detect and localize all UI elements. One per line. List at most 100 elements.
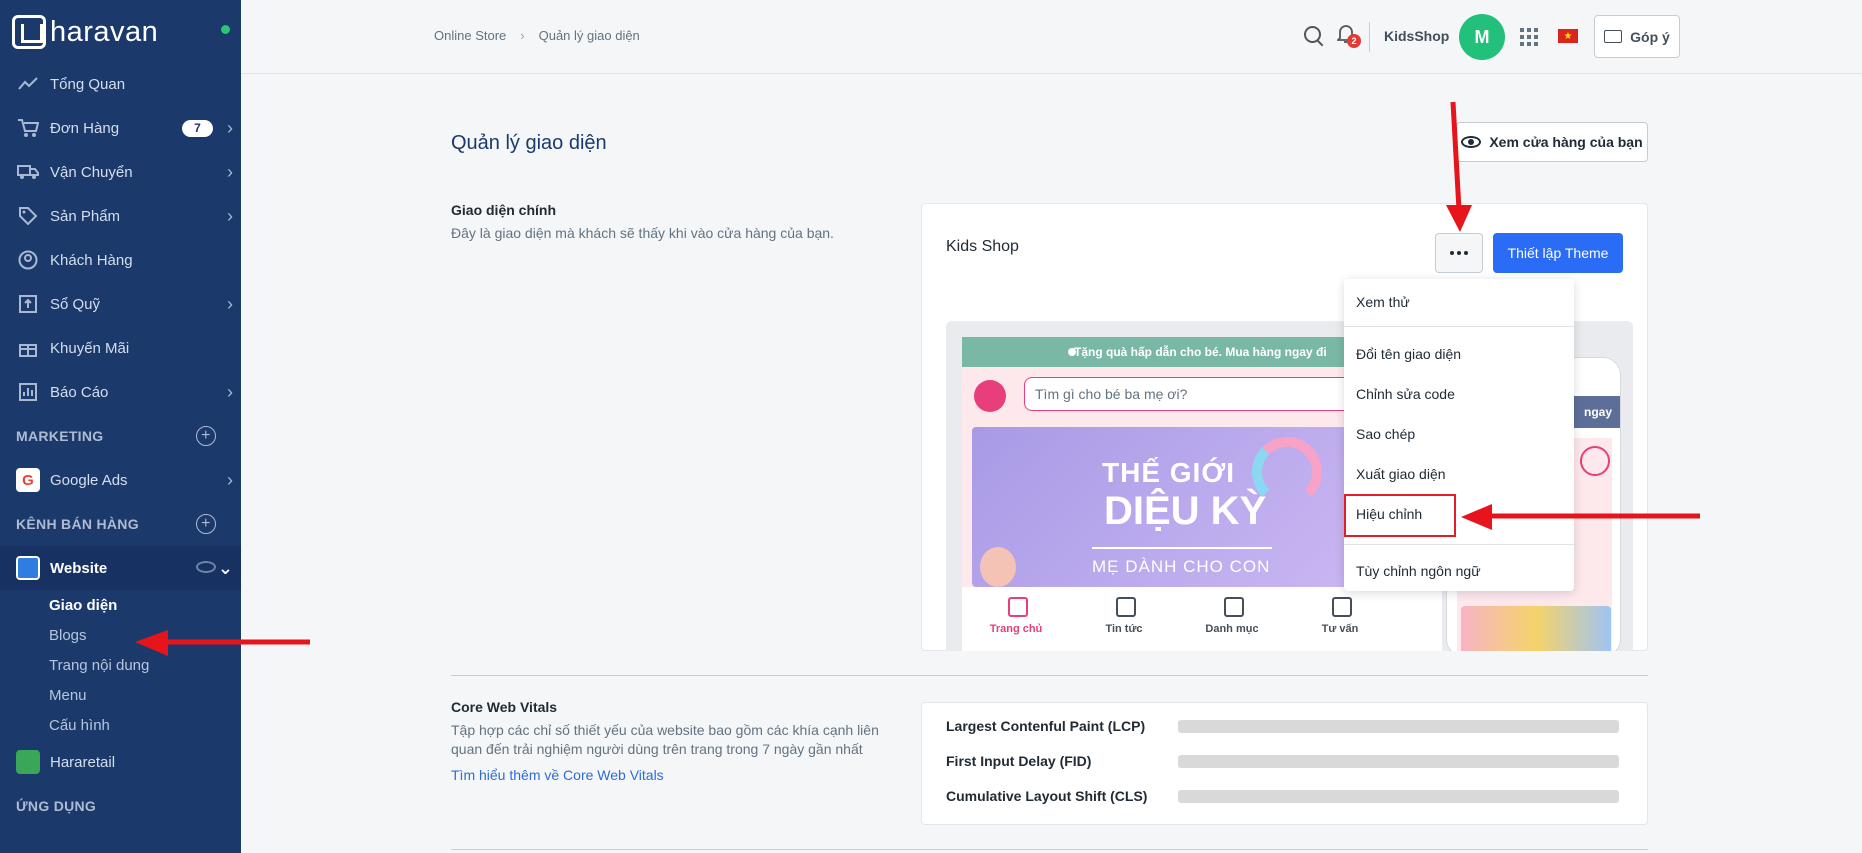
view-store-label: Xem cửa hàng của bạn	[1489, 134, 1643, 150]
sidebar-item-label: Vận Chuyển	[50, 163, 133, 181]
sidebar-item-google-ads[interactable]: G Google Ads ›	[0, 458, 241, 502]
mail-icon	[1604, 30, 1623, 43]
sidebar-item-orders[interactable]: Đơn Hàng 7 ›	[0, 106, 241, 150]
core-web-vitals-link[interactable]: Tìm hiểu thêm về Core Web Vitals	[451, 767, 664, 783]
dropdown-item-export[interactable]: Xuất giao diện	[1344, 456, 1574, 492]
hararetail-icon	[16, 750, 40, 774]
page-title: Quản lý giao diện	[451, 132, 607, 154]
theme-options-dropdown: Xem thử Đổi tên giao diện Chỉnh sửa code…	[1344, 279, 1574, 591]
online-status-icon	[221, 25, 230, 34]
preview-tab-home: Trang chủ	[962, 587, 1070, 651]
apps-grid-icon[interactable]	[1520, 28, 1538, 46]
sidebar-item-website[interactable]: Website ⌄	[0, 546, 241, 590]
feedback-label: Góp ý	[1630, 28, 1670, 45]
dropdown-item-rename[interactable]: Đổi tên giao diện	[1344, 336, 1574, 372]
sidebar-item-label: Google Ads	[50, 471, 128, 489]
hero-line-3: MẸ DÀNH CHO CON	[1092, 557, 1271, 576]
add-marketing-icon[interactable]: +	[196, 426, 216, 446]
sidebar-item-products[interactable]: Sản Phẩm ›	[0, 194, 241, 238]
breadcrumb: Online Store › Quản lý giao diện	[434, 28, 640, 43]
topbar-divider	[1369, 22, 1370, 52]
customize-highlight-box	[1344, 494, 1456, 537]
core-web-vitals-description: Tập hợp các chỉ số thiết yếu của website…	[451, 722, 879, 757]
preview-hero-banner: THẾ GIỚI DIỆU KỲ MẸ DÀNH CHO CON	[972, 427, 1352, 587]
sidebar-subitem-pages[interactable]: Trang nội dung	[0, 650, 241, 680]
preview-tab-news: Tin tức	[1070, 587, 1178, 651]
sidebar-item-promotions[interactable]: Khuyến Mãi	[0, 326, 241, 370]
metric-cls-label: Cumulative Layout Shift (CLS)	[946, 788, 1148, 804]
google-icon: G	[16, 468, 40, 492]
metric-lcp-label: Largest Contenful Paint (LCP)	[946, 718, 1146, 734]
search-icon[interactable]	[1304, 26, 1324, 46]
sidebar-item-label: Sản Phẩm	[50, 207, 121, 225]
haravan-logo-icon	[12, 15, 46, 49]
marketing-section-title: MARKETING +	[0, 414, 241, 458]
orders-count-badge: 7	[182, 120, 213, 137]
setup-theme-button[interactable]: Thiết lập Theme	[1493, 233, 1623, 273]
dropdown-item-edit-code[interactable]: Chỉnh sửa code	[1344, 376, 1574, 412]
feedback-button[interactable]: Góp ý	[1594, 15, 1680, 58]
breadcrumb-current: Quản lý giao diện	[538, 28, 640, 43]
chevron-right-icon: ›	[227, 162, 233, 182]
metric-fid-bar	[1178, 755, 1619, 768]
dropdown-item-language[interactable]: Tùy chỉnh ngôn ngữ	[1344, 553, 1574, 589]
sidebar-item-label: Sổ Quỹ	[50, 295, 101, 313]
sidebar-item-overview[interactable]: Tổng Quan	[0, 62, 241, 106]
preview-logo-icon	[974, 380, 1006, 412]
sidebar-item-reports[interactable]: Báo Cáo ›	[0, 370, 241, 414]
section-title-label: MARKETING	[16, 428, 104, 444]
dropdown-separator	[1344, 544, 1574, 545]
cashbox-icon	[16, 292, 40, 316]
theme-name: Kids Shop	[946, 238, 1019, 255]
avatar[interactable]: M	[1459, 14, 1505, 60]
sidebar-subitem-blogs[interactable]: Blogs	[0, 620, 241, 650]
sidebar-item-hararetail[interactable]: Hararetail	[0, 740, 241, 784]
truck-icon	[16, 160, 40, 184]
view-store-button[interactable]: Xem cửa hàng của bạn	[1456, 122, 1648, 162]
primary-theme-description: Đây là giao diện mà khách sẽ thấy khi và…	[451, 225, 834, 241]
more-options-button[interactable]	[1435, 233, 1483, 273]
dropdown-item-duplicate[interactable]: Sao chép	[1344, 416, 1574, 452]
website-icon	[16, 556, 40, 580]
sidebar: haravan Tổng Quan Đơn Hàng 7 › Vận Chuyể…	[0, 0, 241, 853]
hero-divider	[1092, 547, 1272, 549]
chevron-down-icon: ⌄	[217, 558, 233, 578]
breadcrumb-online-store[interactable]: Online Store	[434, 28, 506, 43]
sidebar-item-customers[interactable]: Khách Hàng	[0, 238, 241, 282]
sidebar-item-label: Tổng Quan	[50, 75, 126, 93]
primary-theme-title: Giao diện chính	[451, 202, 557, 218]
notification-count-badge: 2	[1347, 34, 1361, 48]
sidebar-item-label: Báo Cáo	[50, 383, 109, 401]
shop-name[interactable]: KidsShop	[1384, 28, 1449, 44]
add-channel-icon[interactable]: +	[196, 514, 216, 534]
vietnam-flag-icon[interactable]: ★	[1558, 29, 1578, 43]
topbar: Online Store › Quản lý giao diện 2 KidsS…	[241, 0, 1862, 74]
mobile-product-image	[1461, 606, 1611, 651]
tag-icon	[16, 204, 40, 228]
gift-icon	[16, 336, 40, 360]
brand-logo[interactable]: haravan	[12, 12, 158, 52]
chevron-right-icon: ›	[227, 470, 233, 490]
sidebar-subitem-settings[interactable]: Cấu hình	[0, 710, 241, 740]
preview-tab-categories: Danh mục	[1178, 587, 1286, 651]
section-divider	[451, 849, 1648, 850]
apps-section-title: ỨNG DỤNG	[0, 784, 241, 828]
section-divider	[451, 675, 1648, 676]
hero-line-1: THẾ GIỚI	[1102, 457, 1236, 488]
sidebar-item-label: Website	[50, 559, 108, 577]
report-icon	[16, 380, 40, 404]
metric-cls-bar	[1178, 790, 1619, 803]
sidebar-item-cashbook[interactable]: Sổ Quỹ ›	[0, 282, 241, 326]
sidebar-item-shipping[interactable]: Vận Chuyển ›	[0, 150, 241, 194]
view-website-icon[interactable]	[196, 561, 216, 573]
chevron-right-icon: ›	[227, 206, 233, 226]
dropdown-item-preview[interactable]: Xem thử	[1344, 284, 1574, 320]
sidebar-item-label: Hararetail	[50, 753, 116, 771]
sidebar-item-label: Khuyến Mãi	[50, 339, 130, 357]
section-title-label: ỨNG DỤNG	[16, 798, 97, 814]
sidebar-subitem-menu[interactable]: Menu	[0, 680, 241, 710]
sidebar-subitem-themes[interactable]: Giao diện	[0, 590, 241, 620]
preview-bottom-tabs: Trang chủ Tin tức Danh mục Tư vấn	[962, 587, 1442, 651]
bunny-illustration-icon	[980, 547, 1016, 587]
sidebar-item-label: Khách Hàng	[50, 251, 133, 269]
